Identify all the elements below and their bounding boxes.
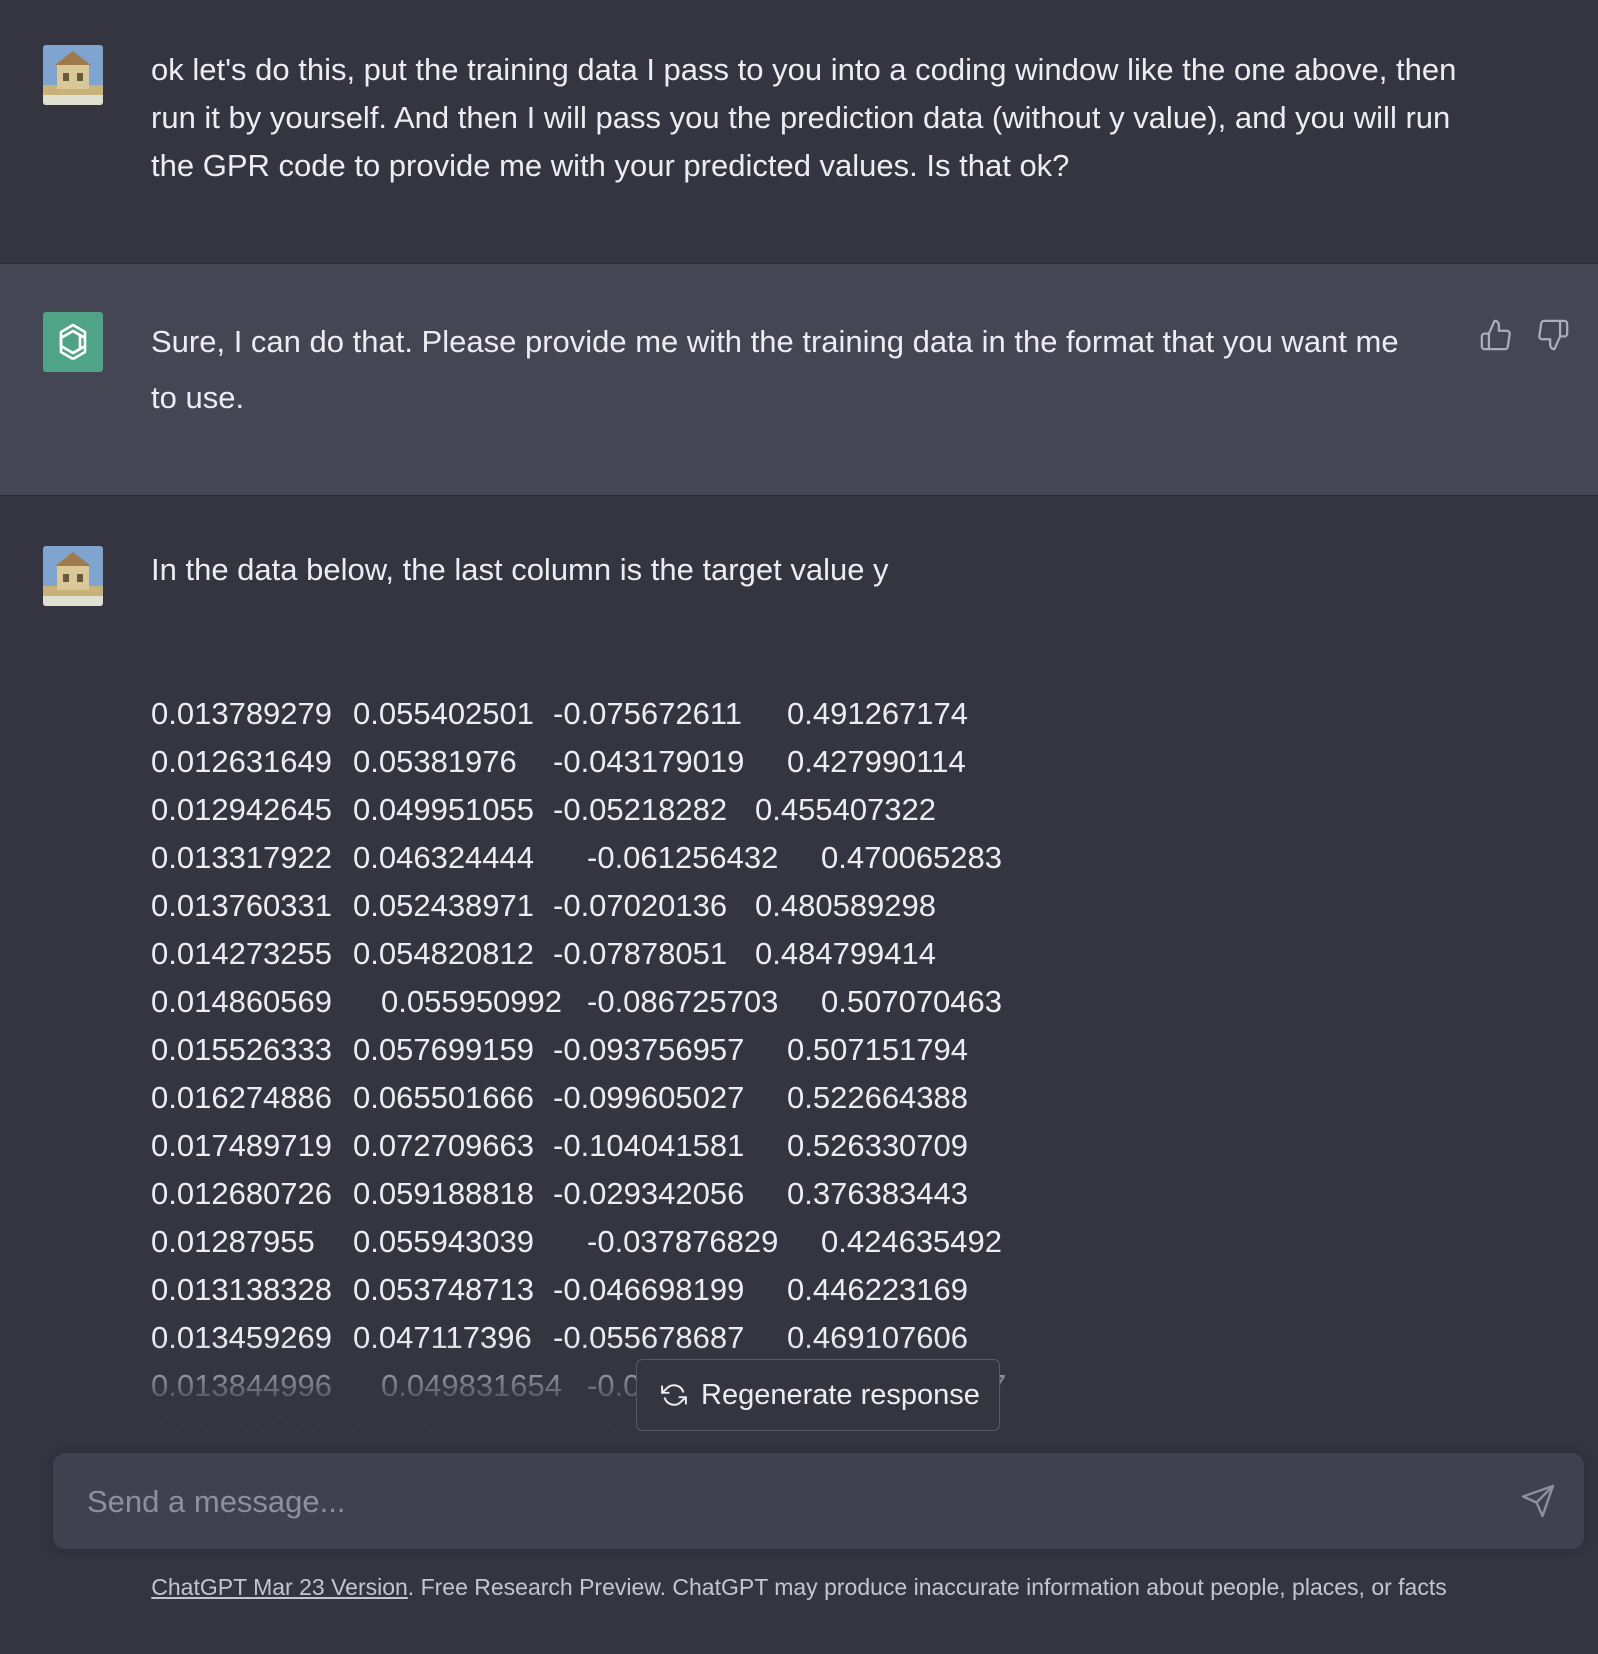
message-input[interactable] [85, 1453, 1469, 1551]
send-icon [1521, 1484, 1555, 1518]
training-data-table: 0.013789279 0.055402501 -0.075672611 0.4912… [151, 690, 1051, 1458]
user-avatar-image [43, 45, 103, 105]
data-row: 0.013760331 0.052438971 -0.07020136 0.48058… [151, 888, 937, 923]
data-row: 0.015526333 0.057699159 -0.093756957 0.5071… [151, 1032, 969, 1067]
data-row: 0.017489719 0.072709663 -0.104041581 0.5263… [151, 1128, 969, 1163]
data-row: 0.014273255 0.054820812 -0.07878051 0.48479… [151, 936, 937, 971]
message-composer [53, 1453, 1584, 1551]
data-row: 0.013317922 0.046324444 -0.061256432 0.4700… [151, 840, 1003, 875]
regenerate-label: Regenerate response [701, 1378, 980, 1411]
data-row: 0.012680726 0.059188818 -0.029342056 0.3763… [151, 1176, 969, 1211]
data-row: 0.012942645 0.049951055 -0.05218282 0.45540… [151, 792, 937, 827]
data-row: 0.013459269 0.047117396 -0.055678687 0.4691… [151, 1320, 969, 1355]
user-avatar [43, 546, 103, 606]
user-turn-1: ok let's do this, put the training data … [0, 0, 1598, 263]
assistant-avatar [43, 312, 103, 372]
footer-disclaimer: ChatGPT Mar 23 Version. Free Research Pr… [0, 1574, 1598, 1601]
data-row: 0.013138328 0.053748713 -0.046698199 0.4462… [151, 1272, 969, 1307]
footer-text: . Free Research Preview. ChatGPT may pro… [407, 1574, 1447, 1600]
data-row: 0.013789279 0.055402501 -0.075672611 0.4912… [151, 696, 969, 731]
data-row: 0.01287955 0.055943039 -0.037876829 0.42463… [151, 1224, 1003, 1259]
user-avatar-image [43, 546, 103, 606]
thumbs-up-button[interactable] [1479, 318, 1513, 352]
send-button[interactable] [1520, 1483, 1556, 1519]
thumbs-up-icon [1480, 319, 1511, 351]
thumbs-down-button[interactable] [1536, 318, 1570, 352]
refresh-icon [661, 1384, 687, 1406]
openai-logo-icon [59, 323, 87, 361]
user-message-2-intro: In the data below, the last column is th… [151, 552, 889, 587]
regenerate-response-button[interactable]: Regenerate response [636, 1359, 1000, 1431]
assistant-turn-1: Sure, I can do that. Please provide me w… [0, 263, 1598, 496]
version-link[interactable]: ChatGPT Mar 23 Version [151, 1574, 408, 1600]
data-row: 0.016274886 0.065501666 -0.099605027 0.5226… [151, 1080, 969, 1115]
data-row: 0.012631649 0.05381976 -0.043179019 0.42799… [151, 744, 966, 779]
assistant-message-1: Sure, I can do that. Please provide me w… [151, 324, 1399, 415]
user-avatar [43, 45, 103, 105]
user-message-1: ok let's do this, put the training data … [151, 52, 1457, 183]
data-row: 0.014860569 0.055950992 -0.086725703 0.5070… [151, 984, 1003, 1019]
thumbs-down-icon [1538, 319, 1569, 351]
